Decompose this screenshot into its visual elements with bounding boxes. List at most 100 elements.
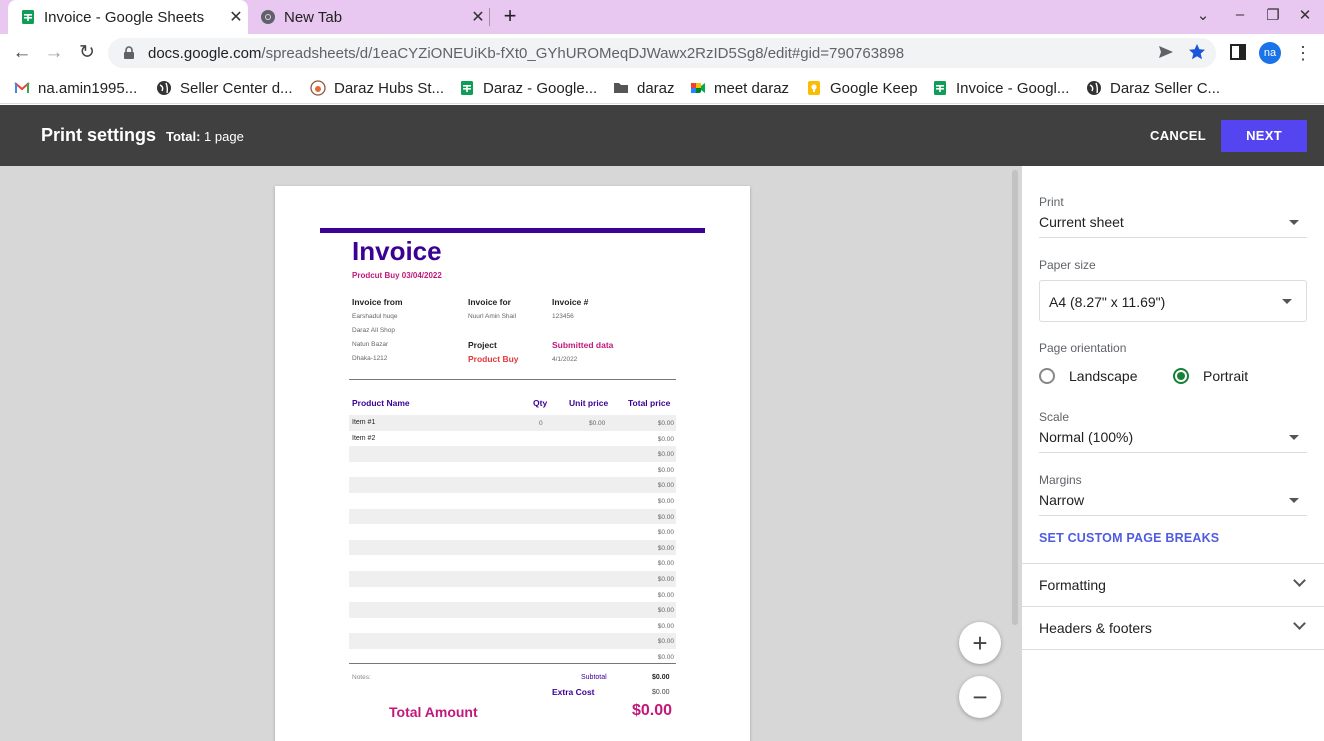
bookmark-item[interactable]: daraz (613, 76, 675, 100)
invoice-from-line: Daraz All Shop (352, 327, 395, 334)
invoice-from-label: Invoice from (352, 297, 403, 307)
landscape-radio[interactable]: Landscape (1039, 368, 1138, 384)
restore-icon[interactable]: ❐ (1263, 6, 1283, 24)
set-custom-page-breaks-link[interactable]: SET CUSTOM PAGE BREAKS (1039, 531, 1219, 545)
item-name: Item #1 (352, 419, 376, 426)
preview-scrollbar[interactable] (1012, 170, 1018, 625)
item-name: Item #2 (352, 434, 376, 442)
item-total-price: $0.00 (657, 591, 674, 599)
print-label: Print (1039, 195, 1064, 209)
invoice-from-line: Earshadul huqe (352, 313, 398, 320)
table-row: $0.00 (349, 602, 676, 618)
radio-checked-icon (1173, 368, 1189, 384)
submitted-label: Submitted data (552, 340, 614, 350)
table-row: $0.00 (349, 539, 676, 556)
bookmark-item[interactable]: Seller Center d... (156, 76, 293, 100)
bookmark-item[interactable]: Daraz - Google... (459, 76, 597, 100)
paper-size-select[interactable]: A4 (8.27" x 11.69") (1039, 280, 1307, 322)
bookmark-item[interactable]: meet daraz (690, 76, 789, 100)
item-total-price: $0.00 (657, 451, 674, 459)
notes-label: Notes: (352, 674, 371, 681)
table-row: $0.00 (349, 477, 676, 493)
tab-invoice-sheets[interactable]: Invoice - Google Sheets ✕ (8, 0, 248, 34)
margins-select[interactable]: Narrow (1039, 492, 1307, 516)
chevron-down-icon (1293, 574, 1306, 587)
extra-cost-label: Extra Cost (552, 687, 595, 697)
tab-strip: Invoice - Google Sheets ✕ New Tab ✕ + ⌄ … (0, 0, 1324, 34)
sheets-icon (22, 10, 34, 24)
avatar[interactable]: na (1259, 42, 1281, 64)
formatting-section[interactable]: Formatting (1022, 563, 1324, 606)
print-select-value: Current sheet (1039, 214, 1124, 230)
bookmark-label: meet daraz (714, 79, 790, 97)
bookmark-label: Invoice - Googl... (956, 79, 1070, 97)
bookmark-item[interactable]: Google Keep (806, 76, 918, 100)
table-row: $0.00 (349, 618, 676, 634)
close-tab-icon[interactable]: ✕ (224, 7, 248, 27)
item-total-price: $0.00 (657, 498, 674, 505)
bookmark-item[interactable]: Invoice - Googl... (932, 76, 1069, 100)
divider (349, 379, 676, 380)
invoice-number-value: 123456 (552, 313, 574, 320)
scale-select[interactable]: Normal (100%) (1039, 429, 1307, 453)
item-total-price: $0.00 (657, 482, 674, 490)
tab-new-tab[interactable]: New Tab ✕ (250, 0, 490, 34)
reload-icon[interactable]: ↻ (76, 42, 98, 64)
next-button[interactable]: NEXT (1221, 120, 1307, 152)
formatting-label: Formatting (1039, 577, 1106, 593)
margins-label: Margins (1039, 473, 1082, 487)
more-menu-icon[interactable]: ⋮ (1292, 42, 1314, 64)
headers-footers-label: Headers & footers (1039, 620, 1152, 636)
side-panel-icon[interactable] (1228, 42, 1248, 62)
address-bar[interactable]: docs.google.com/spreadsheets/d/1eaCYZiON… (108, 38, 1216, 68)
invoice-for-label: Invoice for (468, 297, 511, 307)
chrome-icon (261, 10, 275, 24)
bookmark-label: Daraz Seller C... (1110, 79, 1221, 97)
bookmark-item[interactable]: Daraz Seller C... (1086, 76, 1220, 100)
close-tab-icon[interactable]: ✕ (466, 7, 490, 27)
divider (1022, 649, 1324, 650)
forward-arrow-icon[interactable]: → (43, 42, 65, 64)
bookmark-item[interactable]: Daraz Hubs St... (310, 76, 444, 100)
tab-title: New Tab (284, 8, 343, 26)
minimize-icon[interactable]: – (1230, 6, 1250, 23)
invoice-from-line: Dhaka-1212 (352, 355, 388, 362)
tab-search-chevron-icon[interactable]: ⌄ (1193, 6, 1213, 24)
chevron-down-icon (1293, 617, 1306, 630)
zoom-in-button[interactable]: + (959, 622, 1001, 664)
table-row: $0.00 (349, 555, 676, 571)
bookmark-star-icon[interactable] (1187, 42, 1207, 62)
close-window-icon[interactable]: ✕ (1295, 6, 1315, 24)
column-header-product: Product Name (352, 398, 410, 408)
table-row: Item #1 0 $0.00 $0.00 (349, 415, 676, 431)
table-row: $0.00 (349, 493, 676, 509)
invoice-for-value: Nuurl Amin Shail (468, 313, 517, 320)
subtotal-value: $0.00 (652, 674, 670, 681)
paper-size-value: A4 (8.27" x 11.69") (1049, 294, 1166, 310)
print-select[interactable]: Current sheet (1039, 214, 1307, 238)
zoom-out-button[interactable]: − (959, 676, 1001, 718)
bookmark-item[interactable]: na.amin1995... (14, 76, 137, 100)
tab-title: Invoice - Google Sheets (44, 8, 205, 26)
total-amount-value: $0.00 (632, 702, 673, 719)
table-row: $0.00 (349, 524, 676, 540)
portrait-label: Portrait (1203, 368, 1249, 384)
portrait-radio[interactable]: Portrait (1173, 368, 1248, 384)
invoice-page-preview: Invoice Prodcut Buy 03/04/2022 Invoice f… (275, 186, 750, 741)
total-value: 1 page (204, 129, 244, 144)
daraz-hubs-icon (310, 80, 326, 96)
project-value: Product Buy (468, 354, 519, 364)
tab-separator (489, 8, 490, 26)
invoice-header-bar (320, 228, 705, 233)
back-arrow-icon[interactable]: ← (11, 42, 33, 64)
bookmark-label: Seller Center d... (180, 79, 293, 97)
cancel-button[interactable]: CANCEL (1148, 121, 1208, 151)
send-icon[interactable] (1156, 42, 1176, 62)
page-title: Print settings (41, 125, 157, 145)
url-path: /spreadsheets/d/1eaCYZiONEUiKb-fXt0_GYhU… (261, 44, 905, 62)
headers-footers-section[interactable]: Headers & footers (1022, 606, 1324, 649)
table-row: $0.00 (349, 587, 676, 603)
globe-icon (157, 81, 171, 95)
new-tab-icon[interactable]: + (498, 4, 522, 28)
total-pages: Total: 1 page (166, 129, 244, 144)
